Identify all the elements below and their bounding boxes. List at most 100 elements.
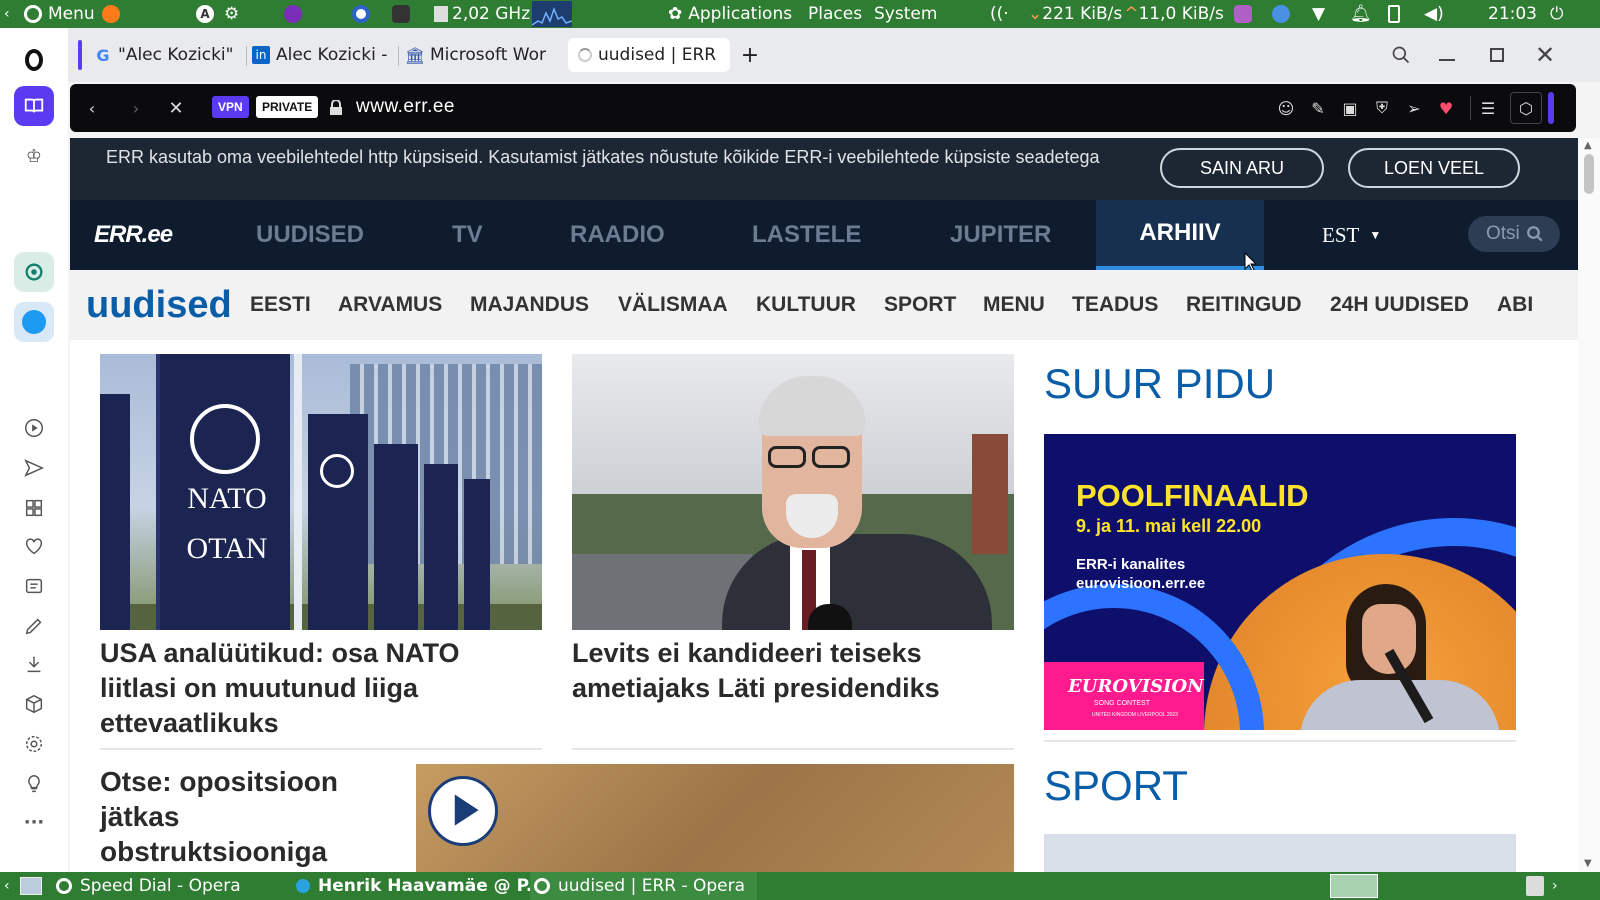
chatgpt-icon[interactable] [14,252,54,292]
subnav-kultuur[interactable]: KULTUUR [756,270,856,340]
tab-err-active[interactable]: uudised | ERR [568,38,730,72]
power-icon[interactable]: ⏻ [1550,0,1563,28]
downloads-icon[interactable] [14,644,54,684]
section-title[interactable]: uudised [86,270,232,340]
article-headline-2[interactable]: Levits ei kandideeri teiseks ametiajaks … [572,636,1014,706]
panel-left-arrow-icon[interactable]: ‹ [4,0,10,28]
speed-dial-grid-icon[interactable] [14,488,54,528]
crown-ai-icon[interactable]: ♔ [14,136,54,176]
section-heading-suur-pidu[interactable]: SUUR PIDU [1044,360,1275,408]
extensions-cube-icon[interactable]: ⬡ [1510,92,1542,124]
send-flow-icon[interactable] [14,448,54,488]
audio-mixer-icon[interactable] [1234,0,1252,28]
taskbar-item-telegram[interactable]: Henrik Haavamäe @ P... [296,872,545,900]
nav-raadio[interactable]: RAADIO [570,200,665,270]
taskbar-right-arrow-icon[interactable]: › [1552,872,1558,900]
player-icon[interactable] [14,408,54,448]
tab-linkedin[interactable]: in Alec Kozicki - F [252,38,394,72]
taskbar-left-arrow-icon[interactable]: ‹ [4,872,10,900]
scroll-up-arrow-icon[interactable]: ▲ [1584,140,1592,151]
opera-menu-icon[interactable] [14,40,54,80]
tab-microsoft[interactable]: 🏛︎ Microsoft Wor [406,38,556,72]
stop-loading-button[interactable]: ✕ [164,96,188,120]
update-notifier-icon[interactable] [1272,0,1290,28]
snapshot-edit-icon[interactable] [14,606,54,646]
forward-button[interactable]: › [124,96,148,120]
restore-button[interactable] [1482,38,1512,72]
adblock-shield-icon[interactable]: ⛨ [1370,96,1394,120]
subnav-24h-uudised[interactable]: 24H UUDISED [1330,270,1469,340]
nav-tv[interactable]: TV [452,200,483,270]
podcast-app-icon[interactable] [284,0,302,28]
subnav-sport[interactable]: SPORT [884,270,956,340]
article-image-levits[interactable] [572,354,1014,630]
snapshot-edit-icon[interactable]: ✎ [1306,96,1330,120]
accessibility-icon[interactable]: A [196,0,214,28]
accept-cookies-button[interactable]: SAIN ARU [1160,148,1324,188]
nav-uudised[interactable]: UUDISED [256,200,364,270]
url-field[interactable]: www.err.ee [356,96,455,118]
scroll-down-arrow-icon[interactable]: ▼ [1584,858,1592,869]
volume-icon[interactable]: ◀) [1424,0,1444,28]
battery-icon[interactable] [1388,0,1400,28]
menu-button[interactable]: Menu [24,0,95,28]
trash-icon[interactable] [1526,872,1544,900]
news-reader-icon[interactable] [14,566,54,606]
easy-setup-icon[interactable]: ☰ [1476,96,1500,120]
reading-list-icon[interactable] [14,86,54,126]
nav-jupiter[interactable]: JUPITER [950,200,1051,270]
video-thumbnail[interactable] [416,764,1014,872]
cpu-frequency-indicator[interactable]: 2,02 GHz [434,0,530,28]
settings-gear-icon[interactable]: ⚙ [224,0,239,28]
section-heading-sport[interactable]: SPORT [1044,762,1188,810]
minimize-button[interactable] [1432,38,1462,72]
article-headline-3[interactable]: Otse: opositsioon jätkas obstruktsioonig… [100,764,390,869]
subnav-abi[interactable]: ABI [1497,270,1533,340]
eurovision-banner[interactable]: POOLFINAALID 9. ja 11. mai kell 22.00 ER… [1044,434,1516,730]
wifi-signal-icon[interactable]: ((· [990,0,1009,28]
play-button[interactable] [428,776,498,846]
subnav-valismaa[interactable]: VÄLISMAA [618,270,728,340]
vpn-badge[interactable]: VPN [212,96,249,118]
applications-menu[interactable]: ✿ Applications [668,0,792,28]
camera-icon[interactable]: ▣ [1338,96,1362,120]
subnav-teadus[interactable]: TEADUS [1072,270,1158,340]
bookmarks-heart-icon[interactable] [14,526,54,566]
scrollbar-thumb[interactable] [1584,154,1594,194]
system-menu[interactable]: System [874,0,937,28]
tab-search-button[interactable] [1386,38,1416,72]
err-logo[interactable]: ERR.ee [94,200,173,270]
article-headline-1[interactable]: USA analüütikud: osa NATO liitlasi on mu… [100,636,542,741]
new-tab-button[interactable]: + [736,38,764,72]
network-wifi-icon[interactable]: ▼ [1312,0,1325,28]
emoji-icon[interactable]: ☺ [1274,96,1298,120]
clock[interactable]: 21:03 [1488,0,1537,28]
close-window-button[interactable]: ✕ [1530,38,1560,72]
taskbar-item-err-active[interactable]: uudised | ERR - Opera [530,872,758,900]
notifications-bell-icon[interactable]: 🔔︎ [1350,0,1372,28]
page-scrollbar[interactable]: ▲ ▼ [1578,138,1600,872]
network-speed-indicator[interactable]: ⌄ 221 KiB/s ^ 11,0 KiB/s [1028,0,1224,28]
opera-launcher-icon[interactable] [352,0,370,28]
sport-article-image[interactable] [1044,834,1516,872]
article-image-nato[interactable]: NATO OTAN [100,354,542,630]
extensions-cube-icon[interactable] [14,684,54,724]
twitter-icon[interactable] [14,302,54,342]
subnav-majandus[interactable]: MAJANDUS [470,270,589,340]
more-options-icon[interactable]: ··· [14,802,54,842]
taskbar-item-speed-dial[interactable]: Speed Dial - Opera [56,872,241,900]
subnav-arvamus[interactable]: ARVAMUS [338,270,442,340]
subnav-eesti[interactable]: EESTI [250,270,311,340]
places-menu[interactable]: Places [808,0,862,28]
back-button[interactable]: ‹ [80,96,104,120]
language-selector[interactable]: EST ▼ [1322,200,1381,270]
settings-icon[interactable] [14,724,54,764]
read-more-cookies-button[interactable]: LOEN VEEL [1348,148,1520,188]
favorite-heart-icon[interactable]: ♥ [1434,96,1458,120]
terminal-icon[interactable] [392,0,410,28]
subnav-menu[interactable]: MENU [983,270,1045,340]
send-icon[interactable]: ➢ [1402,96,1426,120]
subnav-reitingud[interactable]: REITINGUD [1186,270,1302,340]
workspace-switcher[interactable] [1330,872,1378,900]
nav-arhiiv[interactable]: ARHIIV [1096,200,1264,270]
